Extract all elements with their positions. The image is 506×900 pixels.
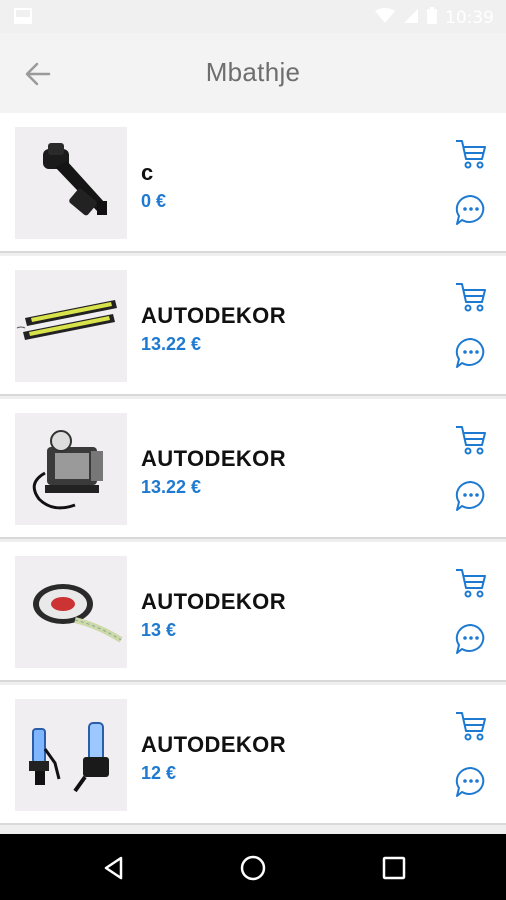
product-card[interactable]: AUTODEKOR 12 €	[0, 685, 506, 825]
cart-icon	[456, 426, 486, 455]
status-time: 10:39	[445, 8, 494, 28]
product-name: AUTODEKOR	[141, 732, 286, 757]
cart-icon	[456, 569, 486, 598]
chat-bubble-icon	[455, 194, 485, 225]
product-image-led-strips	[15, 270, 127, 382]
nav-home-button[interactable]	[236, 851, 270, 885]
product-card[interactable]: AUTODEKOR 13.22 €	[0, 256, 506, 396]
status-bar: 10:39	[0, 0, 506, 33]
add-to-cart-button[interactable]	[454, 280, 488, 314]
signal-icon	[403, 8, 419, 29]
product-price: 13.22 €	[141, 334, 202, 354]
cart-icon	[456, 712, 486, 741]
product-image-air-compressor	[15, 413, 127, 525]
product-price: 0 €	[141, 191, 167, 211]
product-name: AUTODEKOR	[141, 589, 286, 614]
add-to-cart-button[interactable]	[454, 423, 488, 457]
chat-bubble-icon	[455, 337, 485, 368]
chat-bubble-icon	[455, 623, 485, 654]
product-image-phone-holder	[15, 127, 127, 239]
message-button[interactable]	[454, 479, 488, 513]
page-title: Mbathje	[205, 57, 301, 87]
cart-icon	[456, 283, 486, 312]
app-bar: Mbathje	[0, 33, 506, 113]
product-card[interactable]: c 0 €	[0, 113, 506, 253]
message-button[interactable]	[454, 193, 488, 227]
nav-back-button[interactable]	[97, 851, 131, 885]
add-to-cart-button[interactable]	[454, 566, 488, 600]
chat-bubble-icon	[455, 766, 485, 797]
battery-icon	[427, 7, 437, 29]
message-button[interactable]	[454, 765, 488, 799]
wifi-icon	[375, 7, 395, 29]
product-name: AUTODEKOR	[141, 446, 286, 471]
triangle-back-icon	[104, 856, 123, 880]
add-to-cart-button[interactable]	[454, 137, 488, 171]
product-image-headlight-bulbs	[15, 699, 127, 811]
message-button[interactable]	[454, 622, 488, 656]
cart-icon	[456, 140, 486, 169]
message-button[interactable]	[454, 336, 488, 370]
screenshot-icon	[14, 8, 32, 29]
product-price: 13 €	[141, 620, 177, 640]
square-recents-icon	[382, 856, 406, 880]
product-price: 13.22 €	[141, 477, 202, 497]
add-to-cart-button[interactable]	[454, 709, 488, 743]
product-image-led-tape-reel	[15, 556, 127, 668]
system-nav-bar	[0, 834, 506, 900]
product-name: AUTODEKOR	[141, 303, 286, 328]
nav-recents-button[interactable]	[377, 851, 411, 885]
circle-home-icon	[240, 855, 266, 881]
product-card[interactable]: AUTODEKOR 13.22 €	[0, 399, 506, 539]
product-price: 12 €	[141, 763, 177, 783]
product-card[interactable]: AUTODEKOR 13 €	[0, 542, 506, 682]
chat-bubble-icon	[455, 480, 485, 511]
product-name: c	[141, 160, 154, 185]
